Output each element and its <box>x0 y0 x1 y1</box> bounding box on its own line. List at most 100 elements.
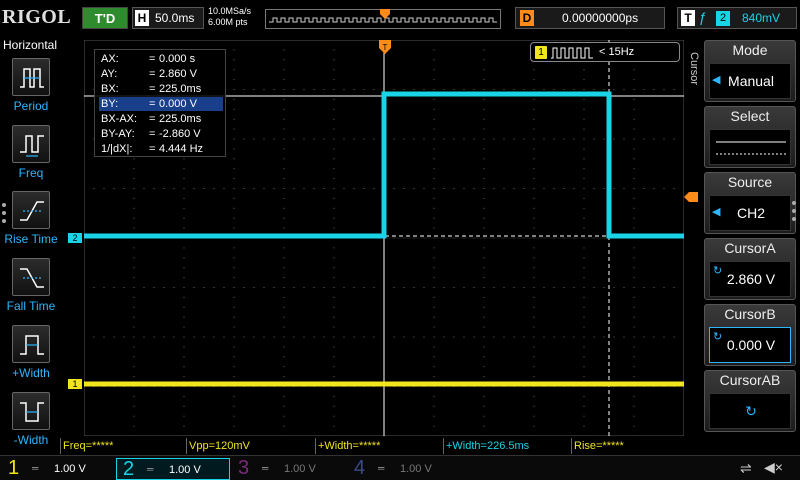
measure-positive-width-ch1[interactable]: +Width=***** <box>315 438 443 454</box>
menu-item-positive-width[interactable]: +Width <box>0 325 62 391</box>
grid-dot <box>483 257 485 259</box>
grid-dot <box>363 188 365 189</box>
grid-dot <box>483 287 485 288</box>
measure-vpp[interactable]: Vpp=120mV <box>186 438 315 454</box>
grid-dot <box>373 138 375 140</box>
grid-dot <box>333 296 335 298</box>
grid-dot <box>503 89 505 90</box>
channel-1-button[interactable]: 1 ═ 1.00 V <box>2 457 116 480</box>
knob-icon: ↻ <box>745 403 757 419</box>
run-status-badge[interactable]: T'D <box>82 7 128 29</box>
menu-item-freq[interactable]: Freq <box>0 125 62 191</box>
grid-dot <box>293 336 295 338</box>
grid-dot <box>533 207 535 209</box>
positive-width-icon <box>12 325 50 363</box>
grid-dot <box>503 138 505 140</box>
menu-item-period[interactable]: Period <box>0 58 62 124</box>
grid-dot <box>323 89 325 90</box>
grid-dot <box>603 138 605 140</box>
menu-item-negative-width[interactable]: -Width <box>0 392 62 458</box>
grid-dot <box>283 415 285 417</box>
grid-dot <box>413 287 415 288</box>
grid-dot <box>503 188 505 189</box>
grid-dot <box>233 316 235 318</box>
delay-display[interactable]: D 0.00000000ps <box>515 7 665 29</box>
speaker-muted-icon[interactable]: ◀× <box>764 459 783 476</box>
source-softkey[interactable]: Source ◀ CH2 <box>704 172 796 234</box>
rise-time-icon <box>12 191 50 229</box>
grid-dot <box>233 395 235 397</box>
grid-dot <box>223 188 225 189</box>
trigger-level-marker-icon[interactable] <box>684 192 698 202</box>
grid-dot <box>533 287 535 288</box>
grid-dot <box>433 316 435 318</box>
grid-dot <box>673 89 675 90</box>
grid-dot <box>663 89 665 90</box>
grid-dot <box>333 287 335 288</box>
grid-dot <box>183 395 185 397</box>
grid-dot <box>183 158 185 160</box>
grid-dot <box>183 306 185 308</box>
grid-dot <box>463 89 465 90</box>
grid-dot <box>333 158 335 160</box>
grid-dot <box>523 188 525 189</box>
ch1-level-marker[interactable]: 1 <box>68 379 82 389</box>
channel-2-button[interactable]: 2 ═ 1.00 V <box>116 458 230 480</box>
grid-dot <box>333 415 335 417</box>
grid-dot <box>433 217 435 219</box>
grid-dot <box>483 435 485 436</box>
select-softkey[interactable]: Select <box>704 106 796 168</box>
timebase-display[interactable]: H 50.0ms <box>132 7 204 29</box>
grid-dot <box>583 306 585 308</box>
grid-dot <box>533 306 535 308</box>
grid-dot <box>293 138 295 140</box>
grid-dot <box>443 188 445 189</box>
channel-3-button[interactable]: 3 ═ 1.00 V <box>232 457 346 480</box>
grid-dot <box>133 217 135 219</box>
grid-dot <box>663 188 665 189</box>
ch1-frequency-counter[interactable]: 1 < 15Hz <box>530 42 680 62</box>
measure-freq[interactable]: Freq=***** <box>60 438 186 454</box>
measure-rise[interactable]: Rise=***** <box>571 438 684 454</box>
ch2-level-marker[interactable]: 2 <box>68 233 82 243</box>
cursor-a-value: 2.860 V <box>726 271 776 287</box>
grid-dot <box>543 336 545 338</box>
cursor-a-softkey[interactable]: CursorA ↻ 2.860 V <box>704 238 796 300</box>
grid-dot <box>633 178 635 180</box>
grid-dot <box>473 188 475 189</box>
grid-dot <box>583 326 585 328</box>
grid-dot <box>513 287 515 288</box>
grid-dot <box>183 376 185 378</box>
grid-dot <box>363 138 365 140</box>
menu-item-fall-time[interactable]: Fall Time <box>0 258 62 324</box>
grid-dot <box>633 366 635 368</box>
grid-dot <box>663 336 665 338</box>
grid-dot <box>483 326 485 328</box>
grid-dot <box>213 287 215 288</box>
grid-dot <box>103 336 105 338</box>
grid-dot <box>353 188 355 189</box>
grid-dot <box>233 118 235 120</box>
grid-dot <box>653 336 655 338</box>
trigger-display[interactable]: T ƒ 2 840mV <box>677 7 797 29</box>
trigger-position-marker-icon[interactable]: T <box>379 40 391 56</box>
grid-dot <box>183 356 185 358</box>
mode-softkey[interactable]: Mode ◀ Manual <box>704 40 796 102</box>
grid-dot <box>293 287 295 288</box>
grid-dot <box>433 425 435 427</box>
grid-dot <box>233 148 235 150</box>
grid-dot <box>483 49 485 51</box>
readout-value: 225.0ms <box>159 113 202 125</box>
ch1-frequency-value: < 15Hz <box>599 46 635 58</box>
cursor-ab-softkey[interactable]: CursorAB ↻ <box>704 370 796 432</box>
grid-dot <box>583 435 585 436</box>
grid-dot <box>533 326 535 328</box>
grid-dot <box>483 98 485 100</box>
grid-dot <box>333 227 335 229</box>
measure-positive-width-ch2[interactable]: +Width=226.5ms <box>443 438 571 454</box>
grid-dot <box>583 128 585 130</box>
menu-item-rise-time[interactable]: Rise Time <box>0 191 62 257</box>
cursor-b-softkey[interactable]: CursorB ↻ 0.000 V <box>704 304 796 366</box>
channel-4-button[interactable]: 4 ═ 1.00 V <box>348 457 462 480</box>
grid-dot <box>593 89 595 90</box>
